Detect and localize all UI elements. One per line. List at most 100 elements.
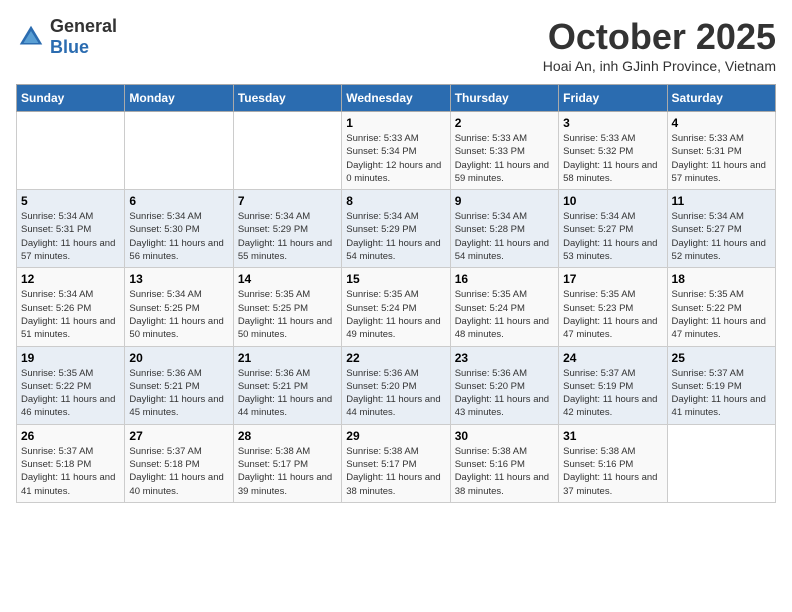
- calendar-cell: 12 Sunrise: 5:34 AMSunset: 5:26 PMDayligh…: [17, 268, 125, 346]
- calendar-week-row: 19 Sunrise: 5:35 AMSunset: 5:22 PMDayligh…: [17, 346, 776, 424]
- day-number: 12: [21, 272, 120, 286]
- day-number: 16: [455, 272, 554, 286]
- day-info: Sunrise: 5:34 AMSunset: 5:27 PMDaylight:…: [563, 210, 662, 263]
- calendar-week-row: 5 Sunrise: 5:34 AMSunset: 5:31 PMDaylight…: [17, 190, 776, 268]
- day-number: 24: [563, 351, 662, 365]
- calendar-cell: 1 Sunrise: 5:33 AMSunset: 5:34 PMDaylight…: [342, 112, 450, 190]
- day-number: 8: [346, 194, 445, 208]
- day-info: Sunrise: 5:33 AMSunset: 5:33 PMDaylight:…: [455, 132, 554, 185]
- day-info: Sunrise: 5:34 AMSunset: 5:29 PMDaylight:…: [346, 210, 445, 263]
- day-number: 6: [129, 194, 228, 208]
- day-number: 25: [672, 351, 771, 365]
- calendar-cell: 15Sunrise: 5:35 AMSunset: 5:24 PMDayligh…: [342, 268, 450, 346]
- calendar-table: SundayMondayTuesdayWednesdayThursdayFrid…: [16, 84, 776, 503]
- calendar-cell: 6 Sunrise: 5:34 AMSunset: 5:30 PMDaylight…: [125, 190, 233, 268]
- day-info: Sunrise: 5:34 AMSunset: 5:27 PMDaylight:…: [672, 210, 771, 263]
- title-block: October 2025 Hoai An, inh GJinh Province…: [543, 16, 776, 74]
- day-info: Sunrise: 5:37 AMSunset: 5:19 PMDaylight:…: [563, 367, 662, 420]
- day-info: Sunrise: 5:36 AMSunset: 5:21 PMDaylight:…: [129, 367, 228, 420]
- day-info: Sunrise: 5:38 AMSunset: 5:16 PMDaylight:…: [563, 445, 662, 498]
- calendar-cell: 11 Sunrise: 5:34 AMSunset: 5:27 PMDayligh…: [667, 190, 775, 268]
- calendar-cell: 26 Sunrise: 5:37 AMSunset: 5:18 PMDayligh…: [17, 424, 125, 502]
- day-number: 29: [346, 429, 445, 443]
- weekday-header-wednesday: Wednesday: [342, 85, 450, 112]
- calendar-cell: [233, 112, 341, 190]
- day-number: 13: [129, 272, 228, 286]
- calendar-week-row: 26 Sunrise: 5:37 AMSunset: 5:18 PMDayligh…: [17, 424, 776, 502]
- day-number: 22: [346, 351, 445, 365]
- day-number: 1: [346, 116, 445, 130]
- logo-icon: [16, 22, 46, 52]
- day-number: 15: [346, 272, 445, 286]
- day-info: Sunrise: 5:38 AMSunset: 5:16 PMDaylight:…: [455, 445, 554, 498]
- weekday-header-sunday: Sunday: [17, 85, 125, 112]
- day-number: 26: [21, 429, 120, 443]
- day-number: 11: [672, 194, 771, 208]
- logo-blue: Blue: [50, 37, 89, 57]
- day-number: 21: [238, 351, 337, 365]
- day-info: Sunrise: 5:34 AMSunset: 5:30 PMDaylight:…: [129, 210, 228, 263]
- calendar-cell: 3 Sunrise: 5:33 AMSunset: 5:32 PMDaylight…: [559, 112, 667, 190]
- calendar-cell: 22 Sunrise: 5:36 AMSunset: 5:20 PMDayligh…: [342, 346, 450, 424]
- day-info: Sunrise: 5:33 AMSunset: 5:34 PMDaylight:…: [346, 132, 445, 185]
- day-number: 4: [672, 116, 771, 130]
- day-info: Sunrise: 5:35 AMSunset: 5:23 PMDaylight:…: [563, 288, 662, 341]
- day-number: 3: [563, 116, 662, 130]
- day-number: 19: [21, 351, 120, 365]
- weekday-header-friday: Friday: [559, 85, 667, 112]
- calendar-week-row: 12 Sunrise: 5:34 AMSunset: 5:26 PMDayligh…: [17, 268, 776, 346]
- calendar-cell: 14 Sunrise: 5:35 AMSunset: 5:25 PMDayligh…: [233, 268, 341, 346]
- day-info: Sunrise: 5:35 AMSunset: 5:22 PMDaylight:…: [21, 367, 120, 420]
- calendar-cell: [125, 112, 233, 190]
- calendar-cell: 19 Sunrise: 5:35 AMSunset: 5:22 PMDayligh…: [17, 346, 125, 424]
- calendar-cell: 25 Sunrise: 5:37 AMSunset: 5:19 PMDayligh…: [667, 346, 775, 424]
- day-number: 14: [238, 272, 337, 286]
- day-number: 23: [455, 351, 554, 365]
- day-info: Sunrise: 5:35 AMSunset: 5:22 PMDaylight:…: [672, 288, 771, 341]
- day-info: Sunrise: 5:35 AMSunset: 5:25 PMDaylight:…: [238, 288, 337, 341]
- calendar-cell: 4 Sunrise: 5:33 AMSunset: 5:31 PMDaylight…: [667, 112, 775, 190]
- day-number: 30: [455, 429, 554, 443]
- day-info: Sunrise: 5:33 AMSunset: 5:31 PMDaylight:…: [672, 132, 771, 185]
- calendar-cell: 17 Sunrise: 5:35 AMSunset: 5:23 PMDayligh…: [559, 268, 667, 346]
- day-number: 18: [672, 272, 771, 286]
- day-info: Sunrise: 5:37 AMSunset: 5:18 PMDaylight:…: [21, 445, 120, 498]
- day-number: 9: [455, 194, 554, 208]
- day-number: 28: [238, 429, 337, 443]
- calendar-cell: 21 Sunrise: 5:36 AMSunset: 5:21 PMDayligh…: [233, 346, 341, 424]
- calendar-cell: 20 Sunrise: 5:36 AMSunset: 5:21 PMDayligh…: [125, 346, 233, 424]
- calendar-title: October 2025: [543, 16, 776, 58]
- day-info: Sunrise: 5:36 AMSunset: 5:21 PMDaylight:…: [238, 367, 337, 420]
- calendar-cell: 13 Sunrise: 5:34 AMSunset: 5:25 PMDayligh…: [125, 268, 233, 346]
- day-info: Sunrise: 5:33 AMSunset: 5:32 PMDaylight:…: [563, 132, 662, 185]
- calendar-week-row: 1 Sunrise: 5:33 AMSunset: 5:34 PMDaylight…: [17, 112, 776, 190]
- day-number: 20: [129, 351, 228, 365]
- calendar-cell: 8 Sunrise: 5:34 AMSunset: 5:29 PMDaylight…: [342, 190, 450, 268]
- day-info: Sunrise: 5:34 AMSunset: 5:29 PMDaylight:…: [238, 210, 337, 263]
- day-number: 31: [563, 429, 662, 443]
- weekday-header-monday: Monday: [125, 85, 233, 112]
- day-number: 5: [21, 194, 120, 208]
- day-number: 17: [563, 272, 662, 286]
- day-info: Sunrise: 5:38 AMSunset: 5:17 PMDaylight:…: [346, 445, 445, 498]
- logo-general: General: [50, 16, 117, 36]
- day-info: Sunrise: 5:35 AMSunset: 5:24 PMDaylight:…: [455, 288, 554, 341]
- day-info: Sunrise: 5:34 AMSunset: 5:25 PMDaylight:…: [129, 288, 228, 341]
- calendar-cell: 18 Sunrise: 5:35 AMSunset: 5:22 PMDayligh…: [667, 268, 775, 346]
- day-info: Sunrise: 5:34 AMSunset: 5:31 PMDaylight:…: [21, 210, 120, 263]
- day-info: Sunrise: 5:36 AMSunset: 5:20 PMDaylight:…: [346, 367, 445, 420]
- calendar-subtitle: Hoai An, inh GJinh Province, Vietnam: [543, 58, 776, 74]
- calendar-cell: 5 Sunrise: 5:34 AMSunset: 5:31 PMDaylight…: [17, 190, 125, 268]
- calendar-cell: [667, 424, 775, 502]
- day-number: 27: [129, 429, 228, 443]
- day-info: Sunrise: 5:38 AMSunset: 5:17 PMDaylight:…: [238, 445, 337, 498]
- weekday-header-thursday: Thursday: [450, 85, 558, 112]
- day-number: 2: [455, 116, 554, 130]
- calendar-cell: 27Sunrise: 5:37 AMSunset: 5:18 PMDayligh…: [125, 424, 233, 502]
- day-info: Sunrise: 5:34 AMSunset: 5:26 PMDaylight:…: [21, 288, 120, 341]
- calendar-cell: 7Sunrise: 5:34 AMSunset: 5:29 PMDaylight…: [233, 190, 341, 268]
- day-info: Sunrise: 5:37 AMSunset: 5:19 PMDaylight:…: [672, 367, 771, 420]
- calendar-cell: 31 Sunrise: 5:38 AMSunset: 5:16 PMDayligh…: [559, 424, 667, 502]
- calendar-cell: 9Sunrise: 5:34 AMSunset: 5:28 PMDaylight…: [450, 190, 558, 268]
- calendar-cell: 2 Sunrise: 5:33 AMSunset: 5:33 PMDaylight…: [450, 112, 558, 190]
